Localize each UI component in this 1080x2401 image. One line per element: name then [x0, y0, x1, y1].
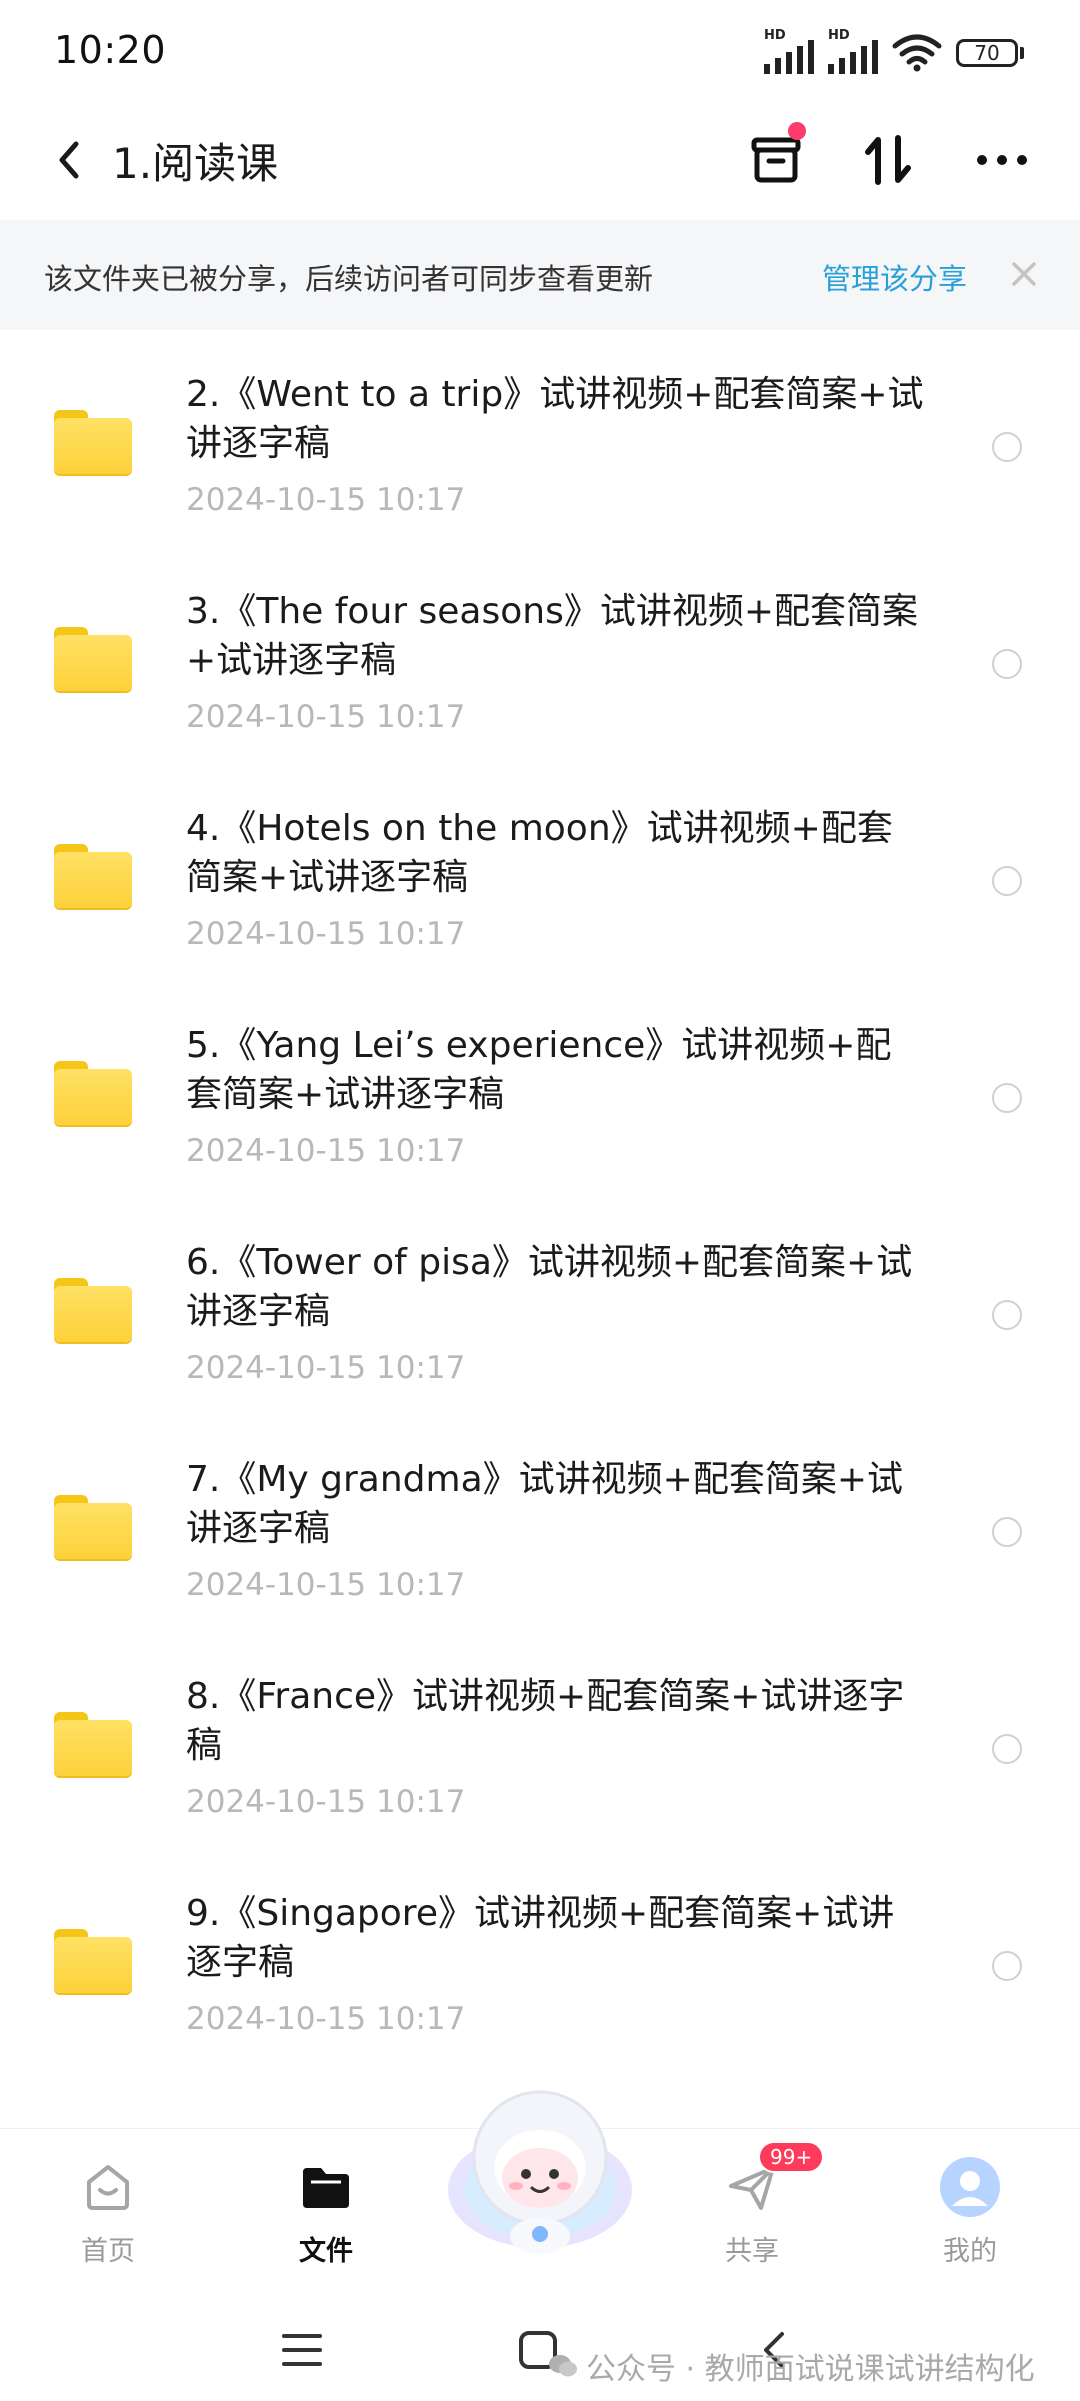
- chevron-left-icon: [59, 141, 79, 179]
- close-icon: [1012, 262, 1036, 286]
- folder-icon: [54, 1495, 132, 1559]
- watermark: 公众号 · 教师面试说课试讲结构化: [548, 2344, 1035, 2388]
- nav-share[interactable]: 99+ 共享: [692, 2141, 825, 2273]
- banner-close-button[interactable]: [1006, 256, 1042, 292]
- select-radio[interactable]: [992, 432, 1022, 462]
- home-icon: [76, 2155, 140, 2219]
- select-radio[interactable]: [992, 649, 1022, 679]
- menu-icon: [282, 2334, 322, 2366]
- page-title: 1.阅读课: [112, 139, 279, 188]
- avatar: [938, 2155, 1002, 2219]
- file-name: 4.《Hotels on the moon》试讲视频+配套简案+试讲逐字稿: [186, 808, 893, 898]
- signal-hd-label: HD: [764, 28, 786, 43]
- select-radio[interactable]: [992, 1083, 1022, 1113]
- select-radio[interactable]: [992, 1517, 1022, 1547]
- file-date: 2024-10-15 10:17: [186, 699, 466, 735]
- list-item[interactable]: 2.《Went to a trip》试讲视频+配套简案+试讲逐字稿 2024-1…: [0, 340, 1080, 557]
- status-time: 10:20: [54, 28, 167, 72]
- file-date: 2024-10-15 10:17: [186, 2001, 466, 2037]
- share-banner-text: 该文件夹已被分享，后续访问者可同步查看更新: [44, 262, 654, 296]
- status-icons: HD HD 70: [764, 28, 1024, 74]
- status-bar: 10:20 HD HD 70: [0, 0, 1080, 100]
- file-name: 6.《Tower of pisa》试讲视频+配套简案+试讲逐字稿: [186, 1242, 913, 1332]
- folder-icon: [54, 410, 132, 474]
- file-name: 7.《My grandma》试讲视频+配套简案+试讲逐字稿: [186, 1459, 903, 1549]
- manage-share-link[interactable]: 管理该分享: [822, 256, 967, 298]
- file-name: 8.《France》试讲视频+配套简案+试讲逐字稿: [186, 1676, 905, 1766]
- archive-button[interactable]: [744, 122, 808, 192]
- more-options-button[interactable]: [970, 128, 1034, 192]
- watermark-text: 公众号 · 教师面试说课试讲结构化: [586, 2352, 1035, 2387]
- sort-button[interactable]: [856, 128, 920, 192]
- file-name: 5.《Yang Lei’s experience》试讲视频+配套简案+试讲逐字稿: [186, 1025, 892, 1115]
- select-radio[interactable]: [992, 1951, 1022, 1981]
- nav-home-label: 首页: [81, 2236, 135, 2267]
- folder-nav-icon: [294, 2155, 358, 2219]
- folder-icon: [54, 1278, 132, 1342]
- archive-box-icon: [751, 137, 801, 183]
- wechat-icon: [549, 2355, 577, 2377]
- list-item[interactable]: 9.《Singapore》试讲视频+配套简案+试讲逐字稿 2024-10-15 …: [0, 1859, 1080, 2076]
- list-item[interactable]: 8.《France》试讲视频+配套简案+试讲逐字稿 2024-10-15 10:…: [0, 1642, 1080, 1859]
- astronaut-mascot-icon: [448, 2090, 632, 2254]
- file-name: 2.《Went to a trip》试讲视频+配套简案+试讲逐字稿: [186, 374, 924, 464]
- menu-button[interactable]: [272, 2320, 332, 2380]
- notification-dot: [788, 122, 806, 140]
- battery-level: 70: [956, 39, 1018, 67]
- file-date: 2024-10-15 10:17: [186, 1784, 466, 1820]
- battery-icon: 70: [956, 39, 1024, 67]
- folder-icon: [54, 627, 132, 691]
- list-item[interactable]: 3.《The four seasons》试讲视频+配套简案+试讲逐字稿 2024…: [0, 557, 1080, 774]
- folder-icon: [54, 1712, 132, 1776]
- paper-plane-icon: 99+: [720, 2141, 825, 2219]
- list-item[interactable]: 7.《My grandma》试讲视频+配套简案+试讲逐字稿 2024-10-15…: [0, 1425, 1080, 1642]
- system-navigation-bar: 公众号 · 教师面试说课试讲结构化: [0, 2290, 1080, 2401]
- nav-me-label: 我的: [943, 2236, 997, 2267]
- select-radio[interactable]: [992, 1734, 1022, 1764]
- list-item[interactable]: 6.《Tower of pisa》试讲视频+配套简案+试讲逐字稿 2024-10…: [0, 1208, 1080, 1425]
- nav-files-label: 文件: [299, 2236, 353, 2267]
- back-button[interactable]: [40, 132, 96, 188]
- select-radio[interactable]: [992, 866, 1022, 896]
- share-badge: 99+: [758, 2141, 825, 2173]
- top-app-bar: 1.阅读课: [0, 110, 1080, 210]
- file-name: 9.《Singapore》试讲视频+配套简案+试讲逐字稿: [186, 1893, 895, 1983]
- folder-icon: [54, 1929, 132, 1993]
- sort-arrows-icon: [865, 135, 911, 185]
- file-name: 3.《The four seasons》试讲视频+配套简案+试讲逐字稿: [186, 591, 918, 681]
- select-radio[interactable]: [992, 1300, 1022, 1330]
- folder-icon: [54, 844, 132, 908]
- wifi-icon: [892, 34, 942, 72]
- nav-share-label: 共享: [725, 2236, 779, 2267]
- list-item[interactable]: 5.《Yang Lei’s experience》试讲视频+配套简案+试讲逐字稿…: [0, 991, 1080, 1208]
- folder-icon: [54, 1061, 132, 1125]
- file-date: 2024-10-15 10:17: [186, 1133, 466, 1169]
- share-banner: 该文件夹已被分享，后续访问者可同步查看更新 管理该分享: [0, 220, 1080, 330]
- nav-files[interactable]: 文件: [266, 2143, 386, 2273]
- assistant-mascot-button[interactable]: [442, 2078, 638, 2258]
- signal-hd-label: HD: [828, 28, 850, 43]
- file-date: 2024-10-15 10:17: [186, 1350, 466, 1386]
- signal-icon: HD: [764, 28, 814, 74]
- file-date: 2024-10-15 10:17: [186, 916, 466, 952]
- file-date: 2024-10-15 10:17: [186, 1567, 466, 1603]
- list-item[interactable]: 4.《Hotels on the moon》试讲视频+配套简案+试讲逐字稿 20…: [0, 774, 1080, 991]
- signal-icon: HD: [828, 28, 878, 74]
- nav-me[interactable]: 我的: [910, 2143, 1030, 2273]
- nav-home[interactable]: 首页: [48, 2143, 168, 2273]
- file-date: 2024-10-15 10:17: [186, 482, 466, 518]
- more-horizontal-icon: [977, 155, 1027, 165]
